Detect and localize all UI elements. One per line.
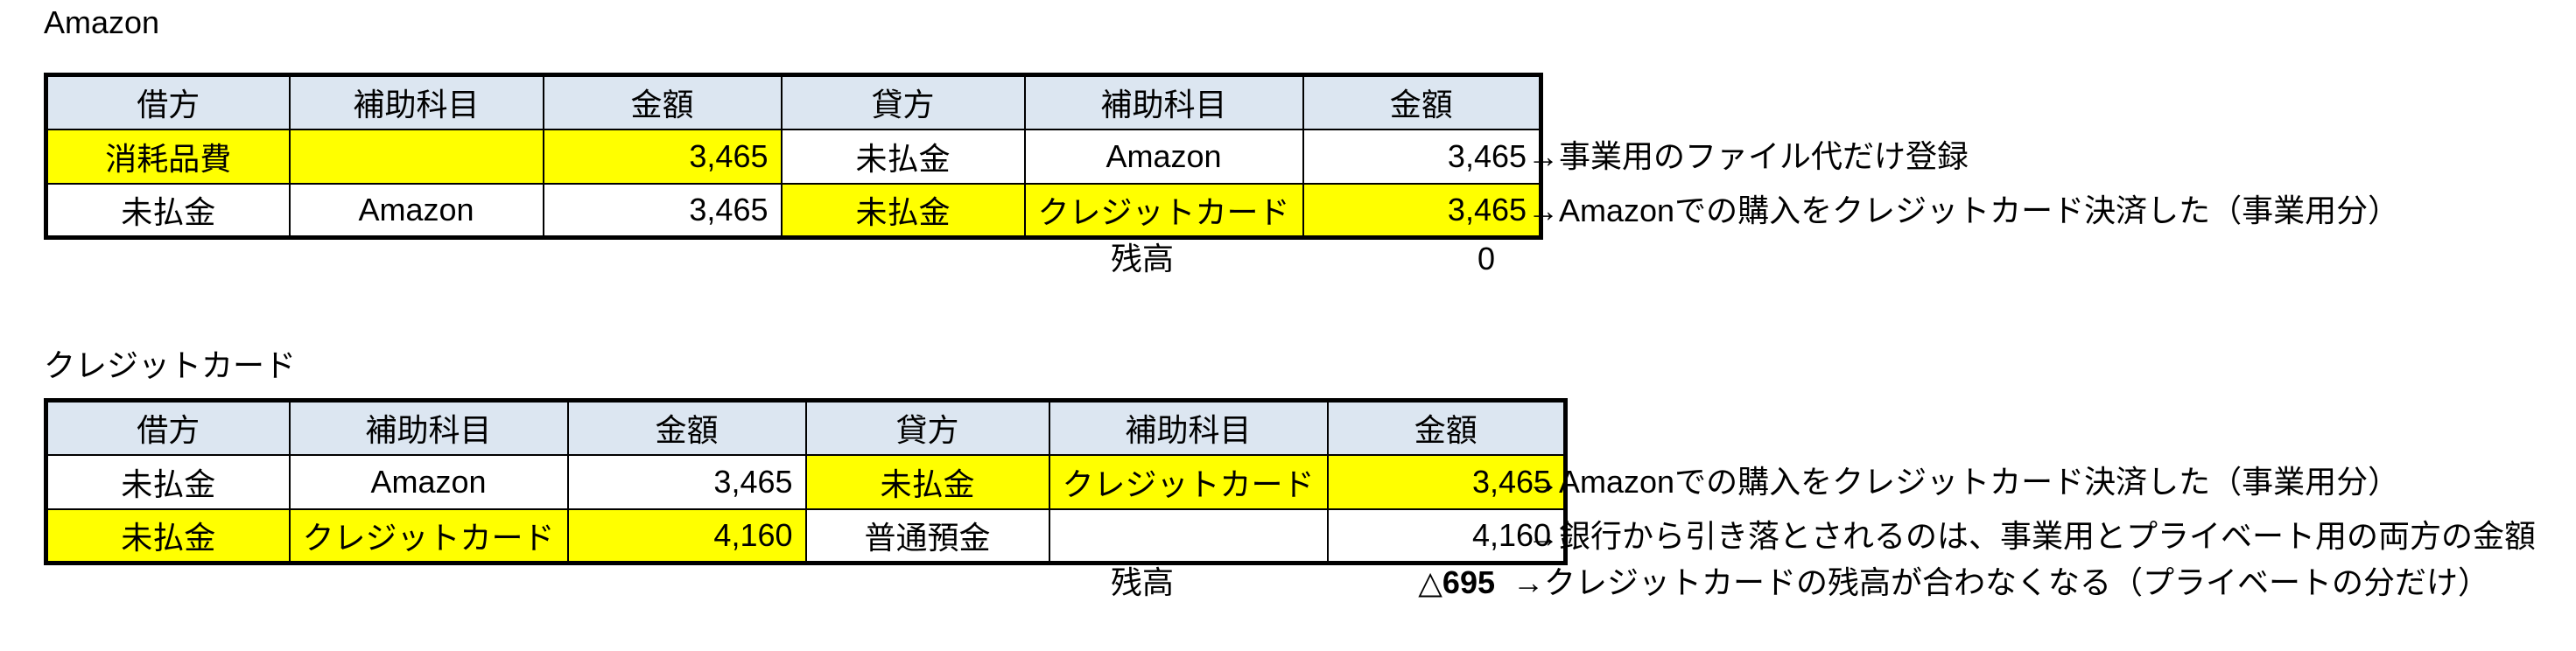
col-header-credit-amount: 金額 bbox=[1302, 74, 1542, 130]
col-header-debit-amount: 金額 bbox=[566, 399, 807, 456]
table-header-amazon: 借方 補助科目 金額 貸方 補助科目 金額 bbox=[45, 74, 1542, 130]
cell-debit-account: 未払金 bbox=[45, 453, 291, 510]
annotations-credit-card: →Amazonでの購入をクレジットカード決済した（事業用分） →銀行から引き落と… bbox=[1527, 455, 2536, 564]
table-body-credit-card: 未払金 Amazon 3,465 未払金 クレジットカード 3,465 未払金 … bbox=[45, 453, 1567, 564]
col-header-credit-amount: 金額 bbox=[1326, 399, 1567, 456]
cell-debit-amount: 4,160 bbox=[566, 508, 807, 564]
col-header-credit-account: 貸方 bbox=[780, 74, 1026, 130]
table-body-amazon: 消耗品費 3,465 未払金 Amazon 3,465 未払金 Amazon 3… bbox=[45, 128, 1542, 239]
balance-label: 残高 bbox=[1110, 241, 1174, 276]
cell-credit-sub: クレジットカード bbox=[1023, 182, 1304, 239]
cell-debit-sub: Amazon bbox=[288, 453, 569, 510]
cell-debit-account: 未払金 bbox=[45, 182, 291, 239]
annotations-amazon: →事業用のファイル代だけ登録 →Amazonでの購入をクレジットカード決済した（… bbox=[1527, 130, 2399, 238]
cell-debit-amount: 3,465 bbox=[542, 128, 783, 185]
header-row: 借方 補助科目 金額 貸方 補助科目 金額 bbox=[45, 74, 1542, 130]
cell-credit-account: 未払金 bbox=[780, 128, 1026, 185]
section-title-text: Amazon bbox=[44, 4, 160, 40]
balance-row-credit-card: 残高 △695 →クレジットカードの残高が合わなくなる（プライベートの分だけ） bbox=[1015, 562, 2489, 604]
balance-label: 残高 bbox=[1110, 564, 1174, 600]
cell-debit-sub: Amazon bbox=[288, 182, 544, 239]
balance-value: 0 bbox=[1477, 241, 1495, 276]
table-row: 消耗品費 3,465 未払金 Amazon 3,465 bbox=[45, 128, 1542, 185]
cell-debit-account: 未払金 bbox=[45, 508, 291, 564]
balance-value: △695 bbox=[1418, 564, 1495, 600]
header-row: 借方 補助科目 金額 貸方 補助科目 金額 bbox=[45, 399, 1567, 456]
col-header-debit-account: 借方 bbox=[45, 74, 291, 130]
cell-credit-amount: 3,465 bbox=[1302, 128, 1542, 185]
journal-table-credit-card: 借方 補助科目 金額 貸方 補助科目 金額 未払金 Amazon 3,465 未… bbox=[44, 398, 1569, 565]
section-title-amazon: Amazon bbox=[44, 7, 159, 38]
col-header-debit-amount: 金額 bbox=[542, 74, 783, 130]
section-title-credit-card: クレジットカード bbox=[44, 350, 296, 382]
section-title-text: クレジットカード bbox=[44, 347, 297, 383]
balance-row-amazon: 残高 0 bbox=[1015, 238, 1513, 280]
annotation-row-2: →銀行から引き落とされるのは、事業用とプライベート用の両方の金額 bbox=[1527, 518, 2537, 554]
journal-table-amazon: 借方 補助科目 金額 貸方 補助科目 金額 消耗品費 3,465 未払金 Ama… bbox=[44, 73, 1544, 240]
table-header-credit-card: 借方 補助科目 金額 貸方 補助科目 金額 bbox=[45, 399, 1567, 456]
col-header-debit-sub: 補助科目 bbox=[288, 399, 569, 456]
cell-debit-account: 消耗品費 bbox=[45, 128, 291, 185]
cell-credit-account: 未払金 bbox=[804, 453, 1050, 510]
cell-credit-account: 普通預金 bbox=[804, 508, 1050, 564]
col-header-credit-sub: 補助科目 bbox=[1023, 74, 1304, 130]
col-header-debit-account: 借方 bbox=[45, 399, 291, 456]
cell-debit-sub bbox=[288, 128, 544, 185]
table-row: 未払金 Amazon 3,465 未払金 クレジットカード 3,465 bbox=[45, 182, 1542, 239]
col-header-credit-sub: 補助科目 bbox=[1048, 399, 1329, 456]
cell-credit-account: 未払金 bbox=[780, 182, 1026, 239]
table-row: 未払金 クレジットカード 4,160 普通預金 4,160 bbox=[45, 508, 1567, 564]
journal-table-amazon-wrapper: 借方 補助科目 金額 貸方 補助科目 金額 消耗品費 3,465 未払金 Ama… bbox=[44, 73, 1544, 240]
cell-credit-sub: クレジットカード bbox=[1048, 453, 1329, 510]
annotation-row-1: →Amazonでの購入をクレジットカード決済した（事業用分） bbox=[1527, 464, 2400, 500]
journal-table-credit-card-wrapper: 借方 補助科目 金額 貸方 補助科目 金額 未払金 Amazon 3,465 未… bbox=[44, 398, 1569, 565]
cell-credit-sub: Amazon bbox=[1023, 128, 1304, 185]
col-header-debit-sub: 補助科目 bbox=[288, 74, 544, 130]
balance-note: →クレジットカードの残高が合わなくなる（プライベートの分だけ） bbox=[1513, 564, 2490, 600]
annotation-row-2: →Amazonでの購入をクレジットカード決済した（事業用分） bbox=[1527, 192, 2400, 228]
cell-debit-sub: クレジットカード bbox=[288, 508, 569, 564]
cell-debit-amount: 3,465 bbox=[542, 182, 783, 239]
cell-debit-amount: 3,465 bbox=[566, 453, 807, 510]
cell-credit-sub bbox=[1048, 508, 1329, 564]
cell-credit-amount: 3,465 bbox=[1302, 182, 1542, 239]
col-header-credit-account: 貸方 bbox=[804, 399, 1050, 456]
table-row: 未払金 Amazon 3,465 未払金 クレジットカード 3,465 bbox=[45, 453, 1567, 510]
annotation-row-1: →事業用のファイル代だけ登録 bbox=[1527, 138, 1969, 174]
